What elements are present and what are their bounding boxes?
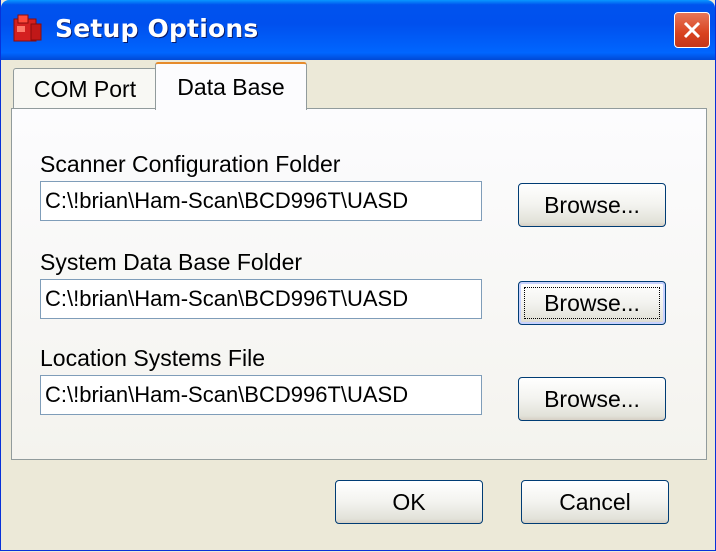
- tab-com-port[interactable]: COM Port: [13, 68, 157, 108]
- system-database-folder-label: System Data Base Folder: [40, 249, 303, 275]
- dialog-window: Setup Options COM Port Data Base Scanner…: [0, 0, 716, 551]
- focus-rectangle: [524, 287, 660, 319]
- close-icon: [683, 21, 701, 39]
- browse-location-systems-button[interactable]: Browse...: [518, 377, 666, 421]
- tab-panel-data-base: Scanner Configuration Folder C:\!brian\H…: [11, 108, 707, 460]
- scanner-config-folder-label: Scanner Configuration Folder: [40, 151, 341, 177]
- browse-system-database-button[interactable]: Browse...: [518, 281, 666, 325]
- scanner-config-folder-field[interactable]: C:\!brian\Ham-Scan\BCD996T\UASD: [40, 181, 482, 221]
- app-icon: [13, 14, 43, 44]
- ok-button[interactable]: OK: [335, 480, 483, 524]
- window-title: Setup Options: [55, 14, 259, 43]
- location-systems-file-field[interactable]: C:\!brian\Ham-Scan\BCD996T\UASD: [40, 375, 482, 415]
- cancel-button[interactable]: Cancel: [521, 480, 669, 524]
- browse-scanner-config-button[interactable]: Browse...: [518, 183, 666, 227]
- tab-data-base[interactable]: Data Base: [155, 62, 307, 110]
- title-bar[interactable]: Setup Options: [1, 0, 715, 60]
- close-button[interactable]: [674, 12, 710, 48]
- location-systems-file-label: Location Systems File: [40, 345, 265, 371]
- system-database-folder-field[interactable]: C:\!brian\Ham-Scan\BCD996T\UASD: [40, 279, 482, 319]
